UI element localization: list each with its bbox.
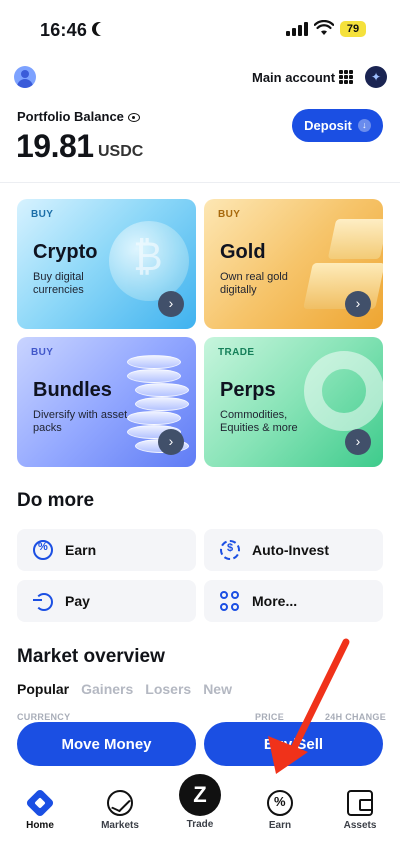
nav-assets[interactable]: Assets [320, 776, 400, 831]
card-subtitle: Buy digital currencies [33, 271, 84, 296]
action-pay[interactable]: Pay [17, 580, 196, 622]
markets-chart-icon [107, 790, 133, 816]
grid-icon[interactable] [339, 70, 353, 84]
portfolio-balance-label: Portfolio Balance [17, 109, 140, 124]
chevron-right-icon[interactable]: › [345, 291, 371, 317]
trade-logo-icon: Z [193, 782, 207, 807]
more-grid-icon [220, 591, 240, 611]
nav-earn[interactable]: Earn [240, 776, 320, 831]
chevron-right-icon[interactable]: › [345, 429, 371, 455]
card-title: Gold [220, 241, 266, 263]
action-label: Pay [65, 593, 90, 609]
status-bar: 16:46 79 [0, 0, 400, 56]
column-header-change: 24H CHANGE [325, 712, 387, 722]
card-title: Crypto [33, 241, 98, 263]
card-tag: BUY [31, 209, 54, 220]
chevron-right-icon[interactable]: › [158, 429, 184, 455]
trade-button[interactable]: Z [179, 774, 221, 816]
move-money-button[interactable]: Move Money [17, 722, 196, 766]
gold-bar-illustration [327, 219, 383, 259]
nav-markets[interactable]: Markets [80, 776, 160, 831]
nav-home[interactable]: Home [0, 776, 80, 831]
card-subtitle: Own real gold digitally [220, 271, 288, 296]
column-header-price: PRICE [255, 712, 285, 722]
nav-label: Markets [101, 820, 139, 831]
moon-icon [96, 22, 110, 36]
tab-gainers[interactable]: Gainers [81, 681, 133, 697]
wifi-icon [314, 20, 334, 35]
percent-icon [33, 540, 53, 560]
tab-new[interactable]: New [203, 681, 232, 697]
market-tabs: Popular Gainers Losers New [17, 681, 232, 697]
home-icon [25, 788, 55, 818]
action-earn[interactable]: Earn [17, 529, 196, 571]
pay-icon [33, 591, 53, 611]
card-subtitle: Commodities, Equities & more [220, 409, 298, 434]
card-title: Bundles [33, 379, 112, 401]
tab-losers[interactable]: Losers [145, 681, 191, 697]
balance-currency: USDC [98, 143, 144, 160]
action-label: More... [252, 593, 298, 609]
card-title: Perps [220, 379, 276, 401]
eye-icon[interactable] [127, 113, 140, 122]
action-auto-invest[interactable]: Auto-Invest [204, 529, 383, 571]
nav-label-trade: Trade [186, 819, 214, 830]
card-perps[interactable]: TRADE Perps Commodities, Equities & more… [204, 337, 383, 467]
chevron-right-icon[interactable]: › [158, 291, 184, 317]
deposit-label: Deposit [304, 118, 352, 133]
do-more-title: Do more [17, 490, 95, 511]
sparkle-icon[interactable]: ✦ [365, 66, 387, 88]
action-more[interactable]: More... [204, 580, 383, 622]
arrow-down-icon: ↓ [357, 119, 371, 132]
top-header: Main account ✦ [0, 60, 400, 96]
card-bundles[interactable]: BUY Bundles Diversify with asset packs › [17, 337, 196, 467]
wallet-icon [347, 790, 373, 816]
card-tag: TRADE [218, 347, 255, 358]
card-crypto[interactable]: BUY Crypto Buy digital currencies › [17, 199, 196, 329]
account-selector[interactable]: Main account [252, 70, 335, 85]
nav-label: Earn [268, 820, 292, 831]
signal-icon [286, 22, 308, 36]
action-label: Earn [65, 542, 97, 558]
action-label: Auto-Invest [252, 542, 329, 558]
earn-percent-icon [267, 790, 293, 816]
divider [0, 182, 400, 183]
balance-label-text: Portfolio Balance [17, 109, 124, 124]
balance-value: 19.81 [16, 128, 94, 164]
status-time: 16:46 [40, 20, 88, 40]
auto-invest-icon [220, 540, 240, 560]
user-avatar-icon[interactable] [14, 66, 36, 88]
battery-indicator: 79 [340, 21, 366, 37]
nav-label: Assets [343, 820, 377, 831]
card-tag: BUY [218, 209, 241, 220]
market-overview-title: Market overview [17, 646, 165, 667]
column-header-currency: CURRENCY [17, 712, 71, 722]
deposit-button[interactable]: Deposit ↓ [292, 109, 383, 142]
card-subtitle: Diversify with asset packs [33, 409, 128, 434]
nav-label: Home [26, 820, 54, 831]
card-tag: BUY [31, 347, 54, 358]
buy-sell-button[interactable]: Buy/Sell [204, 722, 383, 766]
card-gold[interactable]: BUY Gold Own real gold digitally › [204, 199, 383, 329]
tab-popular[interactable]: Popular [17, 681, 69, 697]
